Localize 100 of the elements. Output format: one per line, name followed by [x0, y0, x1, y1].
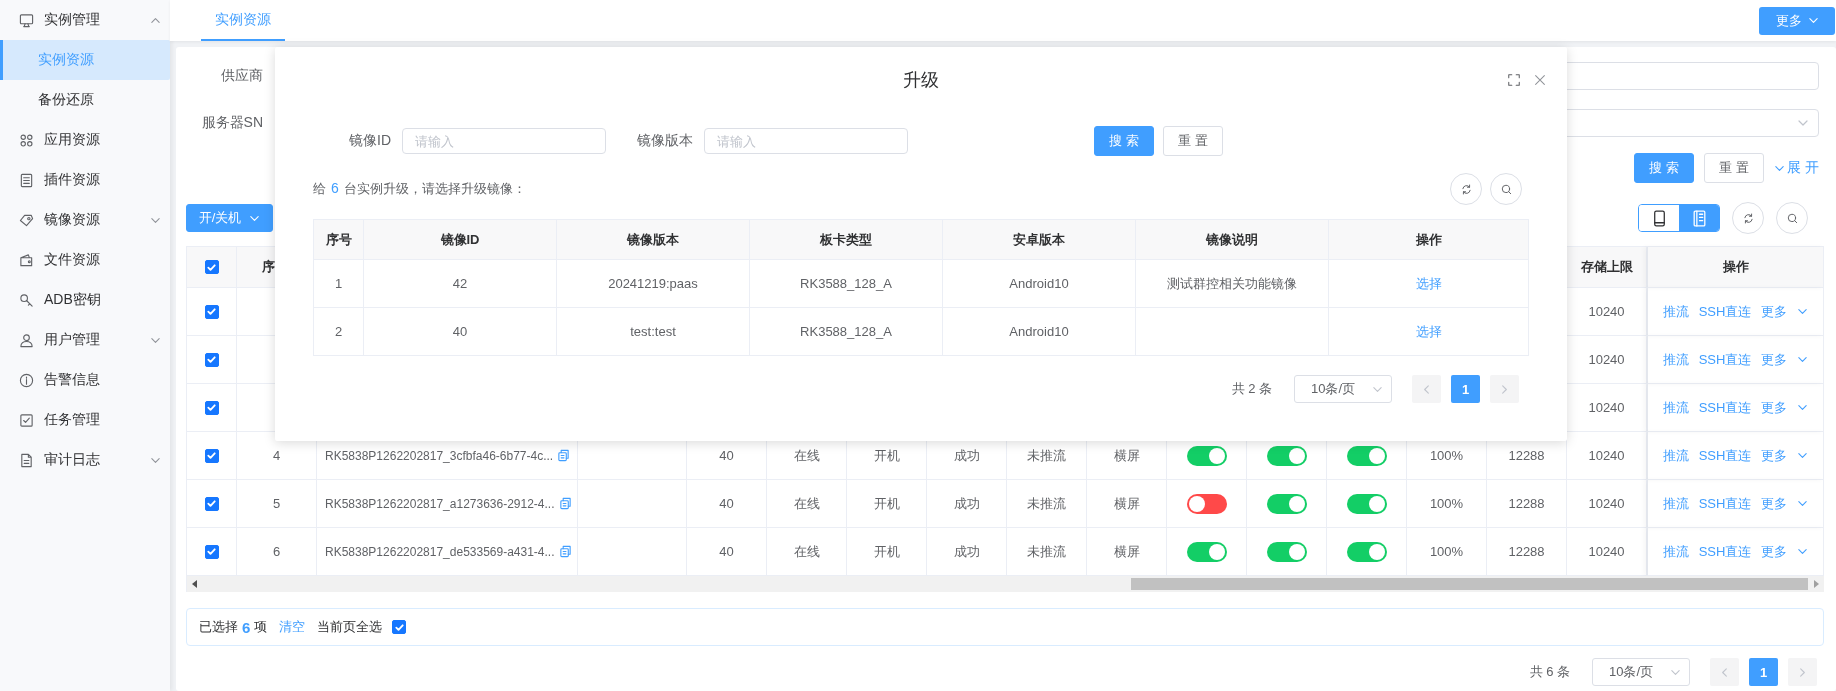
sidebar-item[interactable]: 实例资源 [0, 40, 170, 80]
expand-link[interactable]: 展 开 [1774, 159, 1819, 177]
action-link[interactable]: 更多 [1761, 398, 1788, 417]
page-button[interactable]: 1 [1451, 375, 1480, 403]
instance-name: RK5838P1262202817_de533569-a431-4... [325, 544, 555, 559]
field-label: 镜像版本 [637, 132, 693, 150]
table-cell: 开机 [873, 542, 900, 561]
action-link[interactable]: 更多 [1761, 446, 1788, 465]
checkbox[interactable] [204, 304, 219, 319]
checkbox[interactable] [204, 496, 219, 511]
toggle-switch[interactable] [1186, 541, 1227, 562]
table-cell: RK3588_128_A [800, 276, 892, 291]
page-size-select[interactable]: 10条/页 [1592, 658, 1690, 686]
scrollbar-thumb[interactable] [1131, 578, 1808, 590]
caret-icon[interactable] [1797, 450, 1809, 461]
sidebar-item[interactable]: 应用资源 [0, 120, 170, 160]
sidebar-item[interactable]: 实例管理 [0, 0, 170, 40]
column-header: 板卡类型 [820, 230, 872, 249]
checkbox[interactable] [204, 448, 219, 463]
caret-icon[interactable] [1797, 306, 1809, 317]
list-icon [19, 172, 34, 188]
key-icon [19, 292, 34, 308]
table-cell: 10240 [1588, 352, 1625, 367]
sidebar-item[interactable]: 用户管理 [0, 320, 170, 360]
action-link[interactable]: SSH直连 [1698, 350, 1752, 369]
fullscreen-icon[interactable] [1507, 73, 1521, 87]
action-link[interactable]: 更多 [1761, 494, 1788, 513]
toggle-switch[interactable] [1266, 493, 1307, 514]
caret-icon[interactable] [1797, 546, 1809, 557]
page-select-all-label: 当前页全选 [317, 618, 383, 636]
more-button[interactable]: 更多 [1759, 6, 1835, 35]
upgrade-hint: 给 6 台实例升级，请选择升级镜像： [313, 180, 526, 198]
filter-label: 供应商 [220, 66, 263, 85]
action-link[interactable]: 推流 [1662, 542, 1689, 561]
toggle-switch[interactable] [1266, 445, 1307, 466]
sidebar-item[interactable]: 备份还原 [0, 80, 170, 120]
page-size-select[interactable]: 10条/页 [1294, 375, 1392, 403]
action-link[interactable]: SSH直连 [1698, 302, 1752, 321]
clear-link[interactable]: 清空 [279, 618, 306, 636]
sidebar-item[interactable]: 告警信息 [0, 360, 170, 400]
checkbox[interactable] [204, 400, 219, 415]
action-link[interactable]: SSH直连 [1698, 494, 1752, 513]
sidebar-item[interactable]: 插件资源 [0, 160, 170, 200]
search-button[interactable] [1776, 202, 1808, 234]
action-link[interactable]: 推流 [1662, 302, 1689, 321]
action-link[interactable]: 推流 [1662, 446, 1689, 465]
reset-button[interactable]: 重 置 [1704, 153, 1765, 183]
action-link[interactable]: 推流 [1662, 350, 1689, 369]
checkbox[interactable] [204, 260, 219, 274]
input-field[interactable]: 请输入 [704, 128, 908, 154]
toggle-switch[interactable] [1346, 493, 1387, 514]
table-cell: RK3588_128_A [800, 324, 892, 339]
action-link[interactable]: SSH直连 [1698, 542, 1752, 561]
action-link[interactable]: 更多 [1761, 542, 1788, 561]
caret-icon[interactable] [1797, 498, 1809, 509]
action-link[interactable]: SSH直连 [1698, 398, 1752, 417]
toggle-switch[interactable] [1346, 541, 1387, 562]
copy-icon[interactable] [557, 449, 571, 462]
select-link[interactable]: 选择 [1415, 322, 1442, 341]
scroll-left-icon[interactable] [192, 580, 197, 588]
checkbox[interactable] [392, 620, 407, 634]
toggle-switch[interactable] [1186, 445, 1227, 466]
toggle-switch[interactable] [1266, 541, 1307, 562]
sidebar-item[interactable]: 文件资源 [0, 240, 170, 280]
tab[interactable]: 实例资源 [201, 0, 285, 41]
search-button[interactable]: 搜 索 [1094, 126, 1154, 156]
total-count: 共 6 条 [1529, 663, 1570, 681]
table-cell: 100% [1429, 496, 1464, 511]
toggle-switch[interactable] [1346, 445, 1387, 466]
action-link[interactable]: 更多 [1761, 350, 1788, 369]
scroll-right-icon[interactable] [1814, 580, 1819, 588]
sidebar-item[interactable]: ADB密钥 [0, 280, 170, 320]
caret-icon[interactable] [1797, 402, 1809, 413]
refresh-button[interactable] [1732, 202, 1764, 234]
power-button[interactable]: 开/关机 [186, 204, 273, 232]
chevron-left-icon [1719, 666, 1730, 678]
page-button[interactable]: 1 [1749, 658, 1778, 686]
horizontal-scrollbar[interactable] [187, 576, 1824, 592]
refresh-button[interactable] [1450, 173, 1482, 205]
action-link[interactable]: 推流 [1662, 494, 1689, 513]
reset-button[interactable]: 重 置 [1163, 126, 1223, 156]
sidebar-item[interactable]: 审计日志 [0, 440, 170, 480]
caret-icon[interactable] [1797, 354, 1809, 365]
close-icon[interactable] [1533, 73, 1547, 87]
checkbox[interactable] [204, 544, 219, 559]
copy-icon[interactable] [558, 497, 572, 510]
action-link[interactable]: 更多 [1761, 302, 1788, 321]
checkbox[interactable] [204, 352, 219, 367]
action-link[interactable]: SSH直连 [1698, 446, 1752, 465]
input-field[interactable]: 请输入 [402, 128, 606, 154]
column-header: 序 [262, 258, 275, 276]
search-button[interactable]: 搜 索 [1634, 153, 1695, 183]
select-link[interactable]: 选择 [1415, 274, 1442, 293]
sidebar-item[interactable]: 镜像资源 [0, 200, 170, 240]
action-link[interactable]: 推流 [1662, 398, 1689, 417]
sidebar-item[interactable]: 任务管理 [0, 400, 170, 440]
instance-name: RK5838P1262202817_3cfbfa46-6b77-4c... [325, 448, 554, 463]
search-button[interactable] [1490, 173, 1522, 205]
toggle-switch[interactable] [1186, 493, 1227, 514]
copy-icon[interactable] [558, 545, 572, 558]
